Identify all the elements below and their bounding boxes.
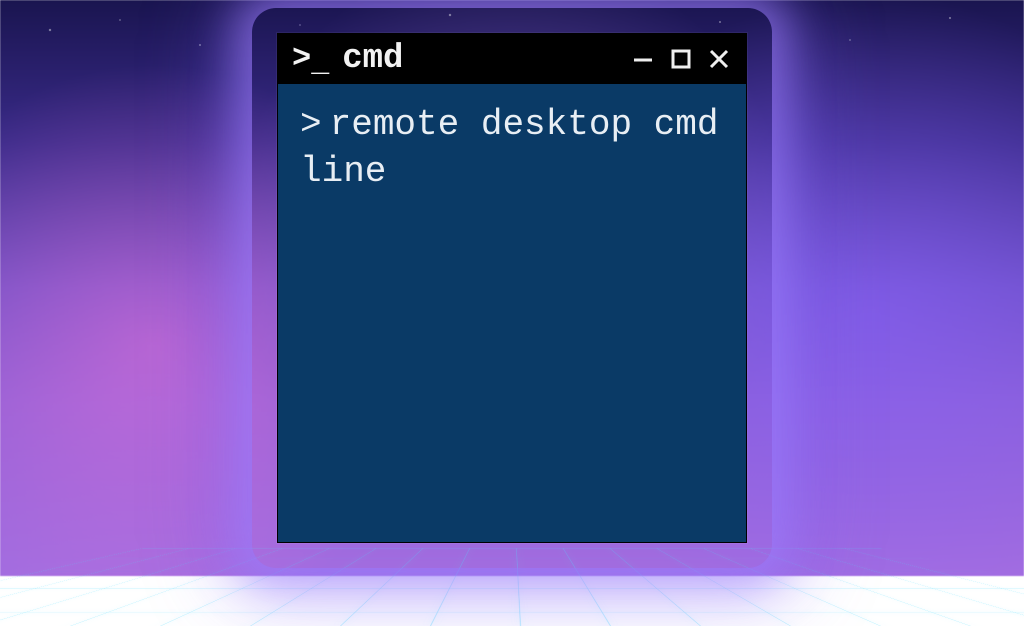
- terminal-icon-chevron: >: [292, 43, 310, 75]
- cmd-window: >_ cmd >remote desktop cmd line: [277, 33, 747, 543]
- minimize-button[interactable]: [630, 46, 656, 72]
- close-button[interactable]: [706, 46, 732, 72]
- window-controls: [630, 46, 732, 72]
- terminal-icon: >_: [292, 43, 328, 75]
- terminal-icon-underscore: _: [311, 49, 328, 79]
- prompt-symbol: >: [300, 104, 322, 145]
- maximize-button[interactable]: [668, 46, 694, 72]
- command-text: remote desktop cmd line: [300, 104, 718, 192]
- wallpaper-grid: [0, 548, 1024, 626]
- terminal-body[interactable]: >remote desktop cmd line: [278, 84, 746, 542]
- titlebar[interactable]: >_ cmd: [278, 34, 746, 84]
- window-title: cmd: [342, 40, 616, 78]
